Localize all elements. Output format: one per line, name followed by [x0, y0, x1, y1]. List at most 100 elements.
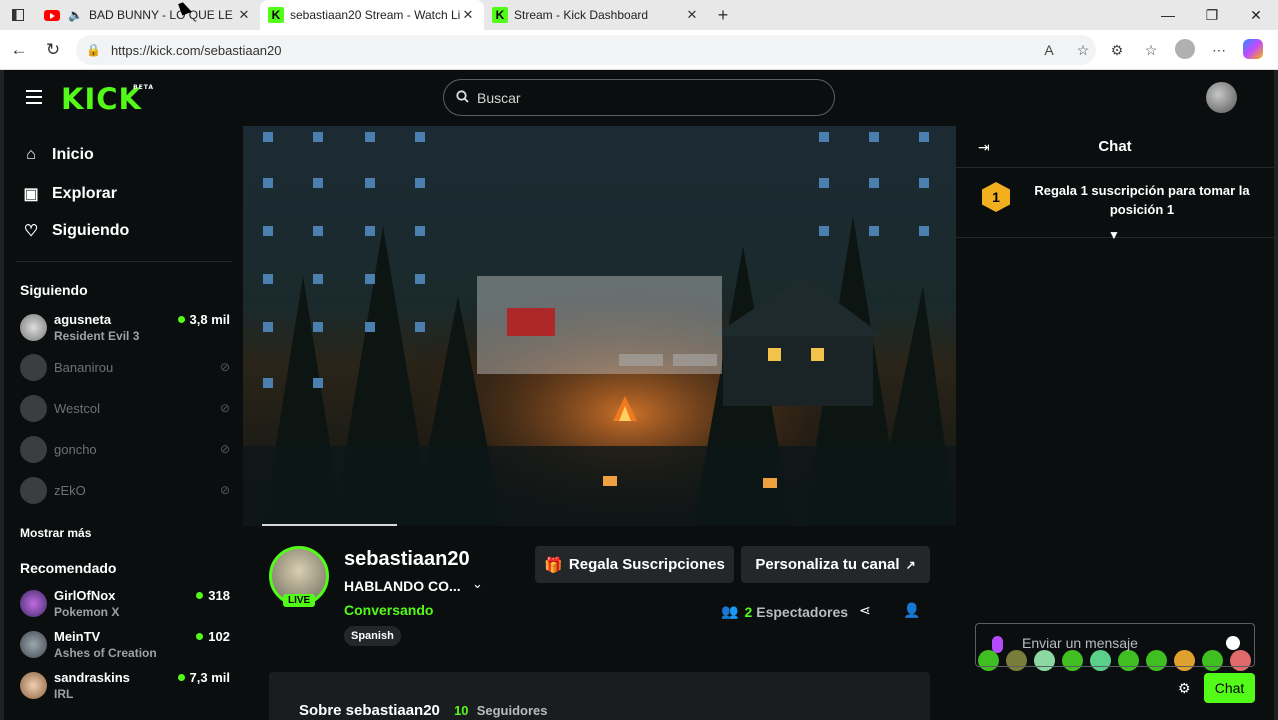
hamburger-menu-icon[interactable]: [26, 90, 42, 104]
sidebar-item-siguiendo[interactable]: ♡ Siguiendo: [22, 221, 130, 241]
sub-goal-banner[interactable]: 1 Regala 1 suscripción para tomar la pos…: [956, 168, 1274, 242]
tab-actions-icon[interactable]: [0, 0, 36, 30]
show-more-link[interactable]: Mostrar más: [20, 526, 91, 540]
button-label: Regala Suscripciones: [568, 556, 725, 573]
tab-label: sebastiaan20 Stream - Watch Live: [290, 8, 460, 22]
heart-icon: ♡: [23, 223, 39, 240]
sidebar-item-inicio[interactable]: ⌂ Inicio: [22, 146, 94, 164]
channel-name-heading[interactable]: sebastiaan20: [344, 548, 470, 571]
chevron-down-icon[interactable]: ⌄: [472, 576, 483, 592]
sub-goal-text: Regala 1 suscripción para tomar la posic…: [1034, 183, 1250, 217]
read-aloud-icon[interactable]: A: [1032, 42, 1066, 58]
favorites-icon[interactable]: ☆: [1134, 42, 1168, 59]
user-avatar[interactable]: [1206, 82, 1237, 113]
channel-item-westcol[interactable]: Westcol ⊘: [20, 393, 230, 427]
compass-icon: ▣: [23, 186, 39, 203]
speaker-icon[interactable]: 🔈: [68, 8, 83, 22]
kick-icon: K: [492, 7, 508, 23]
offline-camera-icon: ⊘: [219, 483, 230, 497]
close-window-button[interactable]: ✕: [1234, 0, 1278, 30]
customize-channel-button[interactable]: Personaliza tu canal ↗: [741, 546, 930, 583]
viewer-count: 7,3 mil: [178, 670, 230, 685]
search-input[interactable]: [477, 89, 777, 106]
tab-youtube[interactable]: 🔈 BAD BUNNY - LO QUE LE PA ✕: [36, 0, 260, 30]
tab-close-button[interactable]: ✕: [684, 7, 700, 23]
avatar: [20, 631, 47, 658]
tab-label: Stream - Kick Dashboard: [514, 8, 649, 22]
channel-game: IRL: [54, 687, 74, 701]
video-player[interactable]: [243, 126, 956, 526]
users-icon: 👥: [721, 603, 739, 619]
minimize-button[interactable]: —: [1146, 0, 1190, 30]
channel-name: Westcol: [54, 401, 100, 416]
channel-item-goncho[interactable]: goncho ⊘: [20, 434, 230, 468]
browser-address-bar: ← ↻ 🔒 https://kick.com/sebastiaan20 A ☆ …: [0, 30, 1278, 70]
chat-message-input[interactable]: [1022, 635, 1222, 651]
share-icon[interactable]: ⋖: [859, 602, 871, 619]
emoji-icon[interactable]: [1226, 636, 1240, 650]
viewer-count: 3,8 mil: [178, 312, 230, 327]
offline-camera-icon: ⊘: [219, 401, 230, 415]
channel-item-sandraskins[interactable]: sandraskins IRL 7,3 mil: [20, 670, 230, 704]
expand-icon[interactable]: ▼: [1108, 228, 1120, 242]
followers-label: Seguidores: [476, 703, 548, 718]
channel-item-bananirou[interactable]: Bananirou ⊘: [20, 352, 230, 386]
viewer-count-row: 👥 2 Espectadores: [721, 603, 848, 620]
profile-avatar[interactable]: [1168, 38, 1202, 62]
lock-icon[interactable]: 🔒: [86, 43, 101, 57]
new-tab-button[interactable]: +: [708, 5, 738, 26]
gift-icon: 🎁: [544, 556, 563, 574]
sidebar-item-label: Siguiendo: [52, 222, 130, 239]
gear-icon[interactable]: ⚙: [1178, 680, 1191, 697]
viewer-count: 102: [196, 629, 230, 644]
stream-category-link[interactable]: Conversando: [344, 602, 433, 618]
channel-item-girlofnox[interactable]: GirlOfNox Pokemon X 318: [20, 588, 230, 622]
offline-camera-icon: ⊘: [219, 442, 230, 456]
kick-page: KICKBETA ⌂ Inicio ▣ Explorar ♡ Siguiendo…: [4, 70, 1274, 720]
channel-item-meintv[interactable]: MeinTV Ashes of Creation 102: [20, 629, 230, 663]
youtube-icon: [44, 9, 60, 21]
channel-name: goncho: [54, 442, 97, 457]
chat-header: ⇥ Chat: [956, 126, 1274, 168]
url-field[interactable]: 🔒 https://kick.com/sebastiaan20: [76, 35, 1096, 65]
viewer-count: 318: [196, 588, 230, 603]
chat-send-button[interactable]: Chat: [1204, 673, 1255, 703]
channel-game: Resident Evil 3: [54, 329, 140, 343]
beta-label: BETA: [133, 84, 155, 91]
add-user-icon[interactable]: 👤: [903, 602, 920, 619]
tab-kick-stream[interactable]: K sebastiaan20 Stream - Watch Live ✕: [260, 0, 484, 30]
favorite-star-icon[interactable]: ☆: [1066, 42, 1100, 59]
channel-item-zeko[interactable]: zEkO ⊘: [20, 475, 230, 509]
video-controls[interactable]: [243, 486, 956, 526]
extensions-icon[interactable]: ⚙: [1100, 42, 1134, 59]
reload-button[interactable]: ↻: [36, 33, 70, 67]
avatar: [20, 314, 47, 341]
viewer-count: 2: [744, 603, 753, 620]
search-box[interactable]: [443, 79, 835, 116]
restore-button[interactable]: ❐: [1190, 0, 1234, 30]
tab-close-button[interactable]: ✕: [460, 7, 476, 23]
gift-subscriptions-button[interactable]: 🎁 Regala Suscripciones: [535, 546, 734, 583]
tab-kick-dashboard[interactable]: K Stream - Kick Dashboard ✕: [484, 0, 708, 30]
channel-name: zEkO: [54, 483, 86, 498]
back-button[interactable]: ←: [2, 33, 36, 67]
tab-label: BAD BUNNY - LO QUE LE PA: [88, 8, 236, 22]
kick-logo[interactable]: KICK BETA: [61, 82, 153, 116]
channel-info: LIVE sebastiaan20 HABLANDO CO... ⌄ Conve…: [243, 526, 956, 720]
button-label: Personaliza tu canal: [755, 556, 900, 573]
more-menu-icon[interactable]: ⋯: [1202, 42, 1236, 59]
sidebar-item-label: Inicio: [52, 146, 94, 163]
sidebar-item-explorar[interactable]: ▣ Explorar: [22, 184, 116, 204]
chat-input-box[interactable]: [975, 623, 1255, 667]
microphone-icon[interactable]: [992, 636, 1003, 653]
channel-game: Pokemon X: [54, 605, 120, 619]
stream-title: HABLANDO CO...: [344, 578, 461, 594]
language-tag[interactable]: Spanish: [344, 626, 401, 646]
channel-item-agusneta[interactable]: agusneta Resident Evil 3 3,8 mil: [20, 312, 230, 346]
copilot-icon[interactable]: [1236, 38, 1270, 62]
channel-name: GirlOfNox: [54, 588, 116, 603]
channel-name: sandraskins: [54, 670, 130, 685]
tab-close-button[interactable]: ✕: [236, 7, 252, 23]
followers-count: 10: [454, 703, 469, 718]
offline-camera-icon: ⊘: [219, 360, 230, 374]
